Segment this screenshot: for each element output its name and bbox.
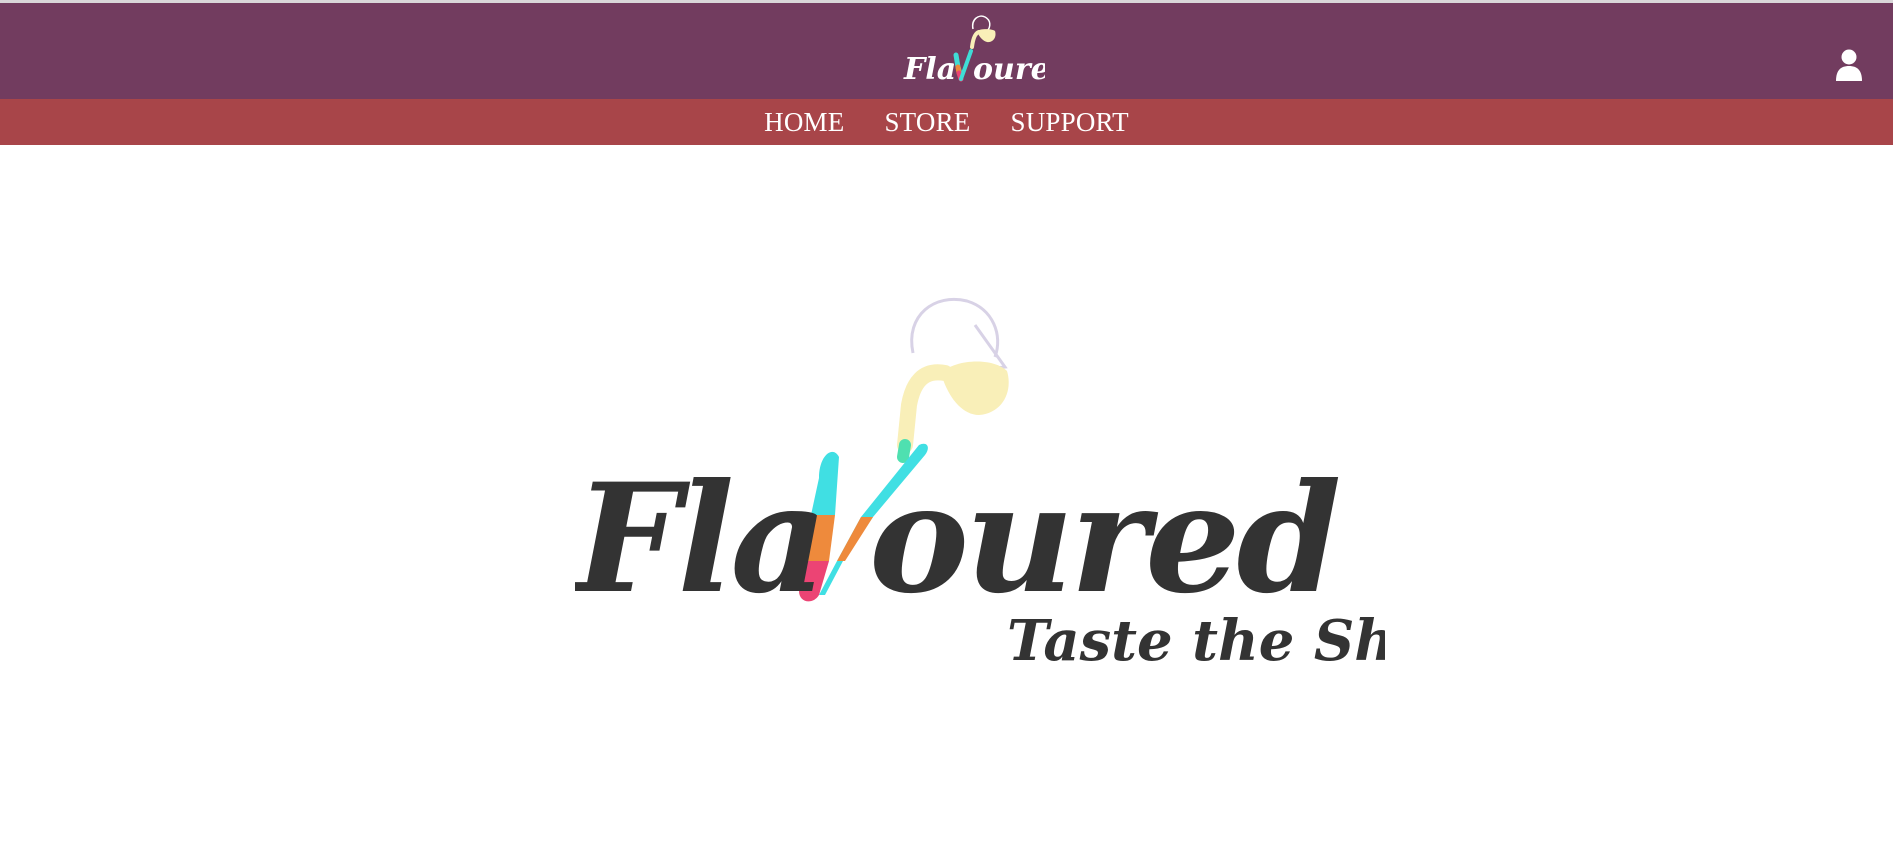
- hero-section: Fla oured Taste the Shades: [0, 145, 1893, 845]
- logo-tagline: Taste the Shades: [1007, 608, 1385, 674]
- nav-store-link[interactable]: STORE: [884, 107, 970, 138]
- header-logo-text-left: Fla: [903, 52, 956, 87]
- logo-text-right: oured: [869, 451, 1339, 627]
- hero-logo: Fla oured Taste the Shades: [575, 298, 1385, 674]
- header-logo-text-right: oured: [973, 52, 1045, 87]
- user-icon[interactable]: [1835, 48, 1863, 82]
- pitcher-icon: [897, 298, 1009, 463]
- header-logo[interactable]: Fla oured: [895, 9, 1045, 95]
- main-nav: HOME STORE SUPPORT: [0, 99, 1893, 145]
- site-header: Fla oured: [0, 3, 1893, 99]
- logo-text-left: Fla: [575, 451, 824, 627]
- nav-support-link[interactable]: SUPPORT: [1011, 107, 1129, 138]
- pitcher-icon: [970, 15, 996, 49]
- nav-home-link[interactable]: HOME: [764, 107, 844, 138]
